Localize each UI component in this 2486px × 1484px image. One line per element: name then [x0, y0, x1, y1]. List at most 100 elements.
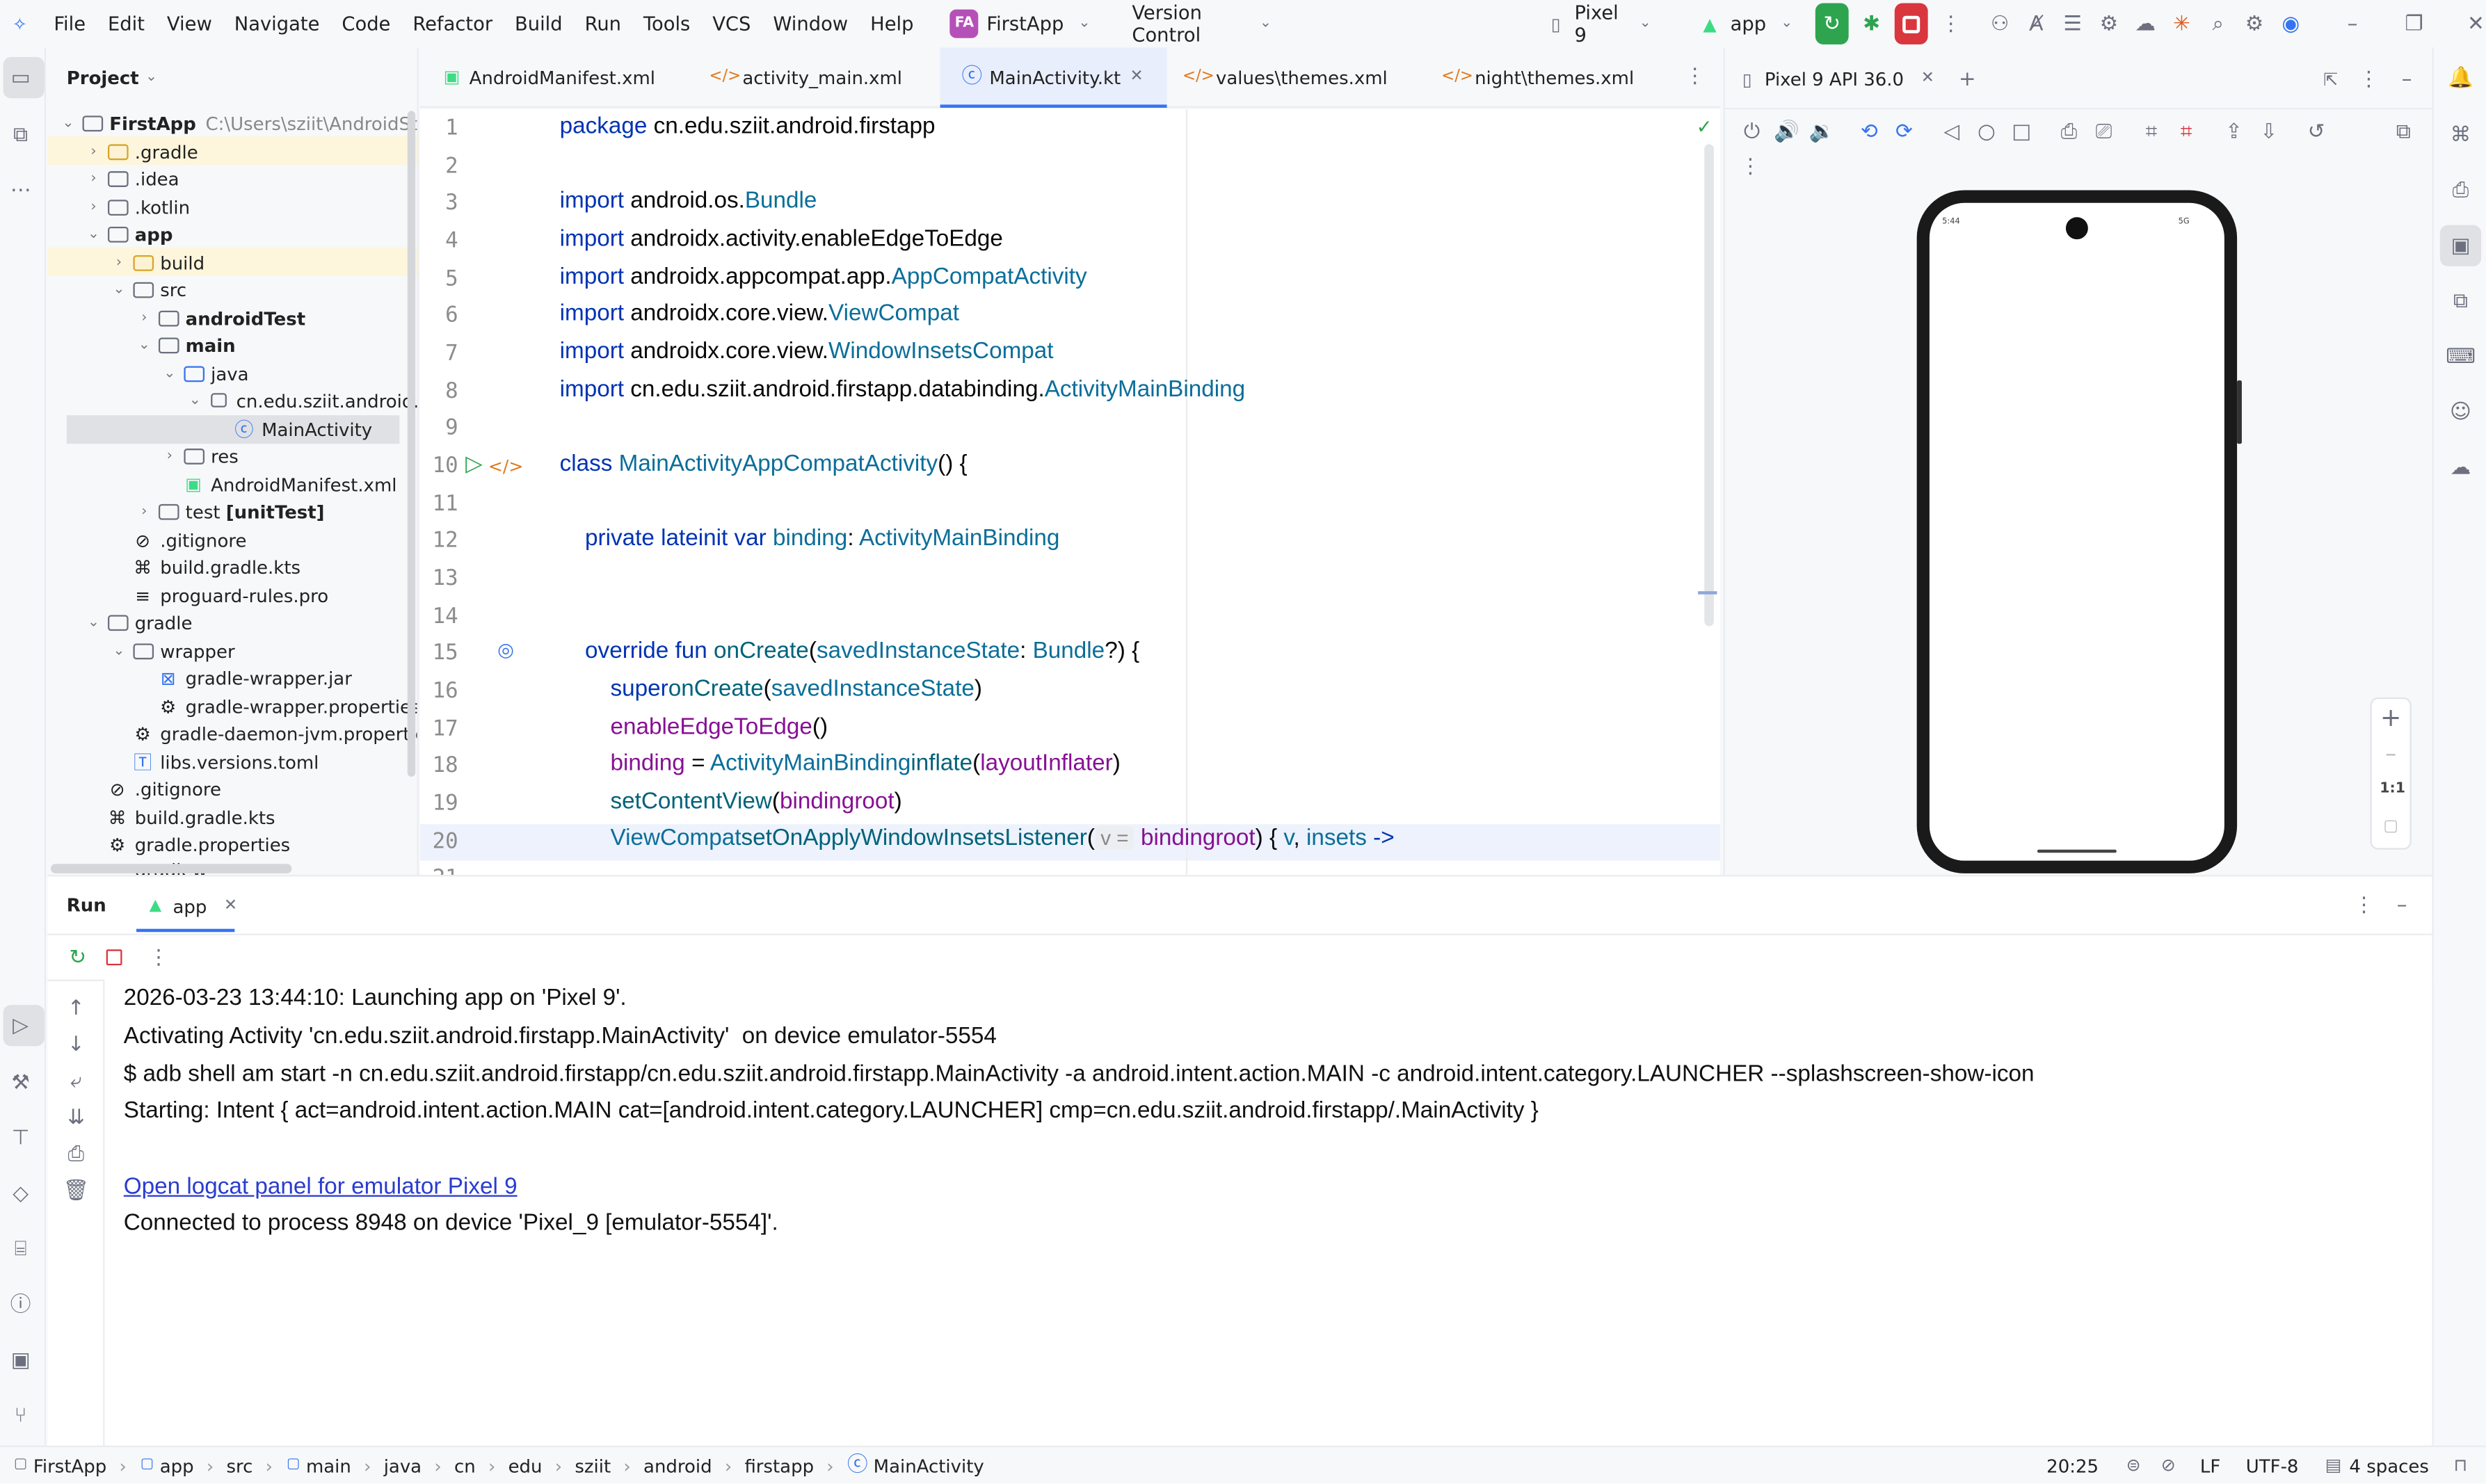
tree-item-src[interactable]: ⌄ src	[108, 276, 186, 304]
export-icon[interactable]: ⇪	[2221, 119, 2246, 144]
back-icon[interactable]: ◁	[1939, 119, 1964, 144]
gesture-bar[interactable]	[2037, 849, 2117, 853]
menu-help[interactable]: Help	[859, 13, 924, 35]
tree-item-daemon-props[interactable]: ⚙ gradle-daemon-jvm.properties	[108, 720, 417, 748]
volume-down-icon[interactable]: 🔉	[1809, 119, 1834, 144]
tree-item-libs-versions[interactable]: 🅃libs.versions.toml	[108, 748, 319, 776]
override-gutter-icon[interactable]: ◎	[493, 637, 518, 662]
git-icon[interactable]: ⑂	[8, 1403, 33, 1428]
close-tab-icon[interactable]: ✕	[1918, 67, 1937, 92]
menu-refactor[interactable]: Refactor	[401, 13, 504, 35]
notifications-icon[interactable]: 🔔	[2448, 65, 2473, 90]
home-icon[interactable]: ○	[1974, 119, 1999, 144]
zoom-fit-icon[interactable]: ▢	[2378, 815, 2403, 840]
gradle-tool-icon[interactable]: ⌘	[2448, 122, 2473, 147]
xml-layout-gutter-icon[interactable]: </>	[488, 453, 523, 478]
external-window-icon[interactable]: ⇱	[2318, 67, 2343, 92]
scroll-to-end-icon[interactable]: ⇊	[63, 1105, 88, 1130]
extended-controls-icon[interactable]: ⧉	[2391, 119, 2416, 144]
menu-vcs[interactable]: VCS	[701, 13, 762, 35]
structure-icon[interactable]: ☰	[2062, 11, 2083, 36]
project-switcher[interactable]: FA FirstApp ⌄	[940, 5, 1107, 43]
menu-view[interactable]: View	[156, 13, 223, 35]
hammer-icon[interactable]: ⊤	[8, 1125, 33, 1150]
file-encoding[interactable]: UTF-8	[2246, 1454, 2299, 1476]
minimize-panel-icon[interactable]: –	[2389, 892, 2414, 917]
tree-item-wrapper[interactable]: ⌄ wrapper	[108, 637, 234, 665]
tree-item-gitignore-app[interactable]: ⊘ .gitignore	[108, 526, 246, 554]
caret-position[interactable]: 20:25	[2046, 1454, 2099, 1476]
layout-inspector-icon[interactable]: ⌗	[2139, 119, 2164, 144]
trash-icon[interactable]: 🗑	[63, 1178, 90, 1203]
account-icon[interactable]: ◉	[2281, 11, 2301, 36]
rerun-button[interactable]: ↻	[1815, 3, 1849, 45]
stop-button[interactable]	[1894, 3, 1928, 45]
menu-code[interactable]: Code	[330, 13, 401, 35]
run-tab-app[interactable]: ▲ app ✕	[136, 886, 250, 927]
tree-item-gradle-props[interactable]: ⚙ gradle.properties	[83, 830, 291, 858]
breadcrumb-edu[interactable]: edu	[508, 1454, 543, 1476]
code-editor[interactable]: ✓ 1 2 3 4 5 6 7 8 9 10 11 12 13 14 15 16…	[420, 109, 1721, 876]
rotate-right-icon[interactable]: ⟳	[1891, 119, 1916, 144]
zoom-in-icon[interactable]: +	[2378, 704, 2403, 730]
tree-item-idea[interactable]: › .idea	[83, 165, 179, 193]
breadcrumb-app[interactable]: ▢ app	[139, 1453, 194, 1478]
console-output[interactable]: 2026-03-23 13:44:10: Launching app on 'P…	[104, 979, 2432, 1446]
emulator-icon[interactable]: ⌨	[2446, 344, 2476, 369]
indent-setting[interactable]: 4 spaces	[2349, 1454, 2428, 1476]
cloud-sync-icon[interactable]: ☁	[2448, 455, 2473, 480]
rotate-left-icon[interactable]: ⟲	[1857, 119, 1882, 144]
restore-icon[interactable]: ❐	[2404, 11, 2424, 36]
device-mirroring-icon[interactable]: ⧉	[2448, 289, 2473, 314]
translate-icon[interactable]: Ⱥ	[2026, 11, 2046, 36]
run-config-selector[interactable]: ▲ app ⌄	[1687, 5, 1809, 43]
breadcrumb-cn[interactable]: cn	[454, 1454, 476, 1476]
menu-file[interactable]: File	[42, 13, 97, 35]
tree-root[interactable]: ⌄ FirstApp C:\Users\sziit\AndroidStudio	[57, 109, 417, 137]
device-file-explorer-icon[interactable]: ⎙	[2448, 177, 2473, 202]
add-tab-icon[interactable]: +	[1955, 67, 1980, 92]
open-logcat-link[interactable]: Open logcat panel for emulator Pixel 9	[124, 1175, 518, 1200]
reset-icon[interactable]: ↺	[2304, 119, 2329, 144]
vcs-menu[interactable]: Version Control ⌄	[1123, 1, 1285, 46]
tree-item-mainactivity[interactable]: ⓒ MainActivity	[209, 415, 372, 443]
search-icon[interactable]: ⌕	[2208, 11, 2228, 36]
more-vertical-icon[interactable]: ⋮	[2356, 67, 2381, 92]
tree-item-build-gradle-app[interactable]: ⌘ build.gradle.kts	[108, 553, 300, 581]
snapshot-icon[interactable]: ⌗	[2174, 119, 2199, 144]
menu-window[interactable]: Window	[762, 13, 859, 35]
menu-tools[interactable]: Tools	[632, 13, 701, 35]
tree-item-main[interactable]: ⌄ main	[133, 331, 236, 359]
tree-item-gitignore-root[interactable]: ⊘ .gitignore	[83, 775, 221, 803]
volume-up-icon[interactable]: 🔊	[1774, 119, 1799, 144]
tree-item-gradle[interactable]: ⌄ gradle	[83, 608, 193, 636]
gemini-icon[interactable]: ☁	[2135, 11, 2156, 36]
menu-build[interactable]: Build	[504, 13, 574, 35]
device-manager-icon[interactable]: ⚇	[1989, 11, 2010, 36]
menu-edit[interactable]: Edit	[97, 13, 156, 35]
tree-item-res[interactable]: › res	[159, 442, 239, 470]
rerun-icon[interactable]: ↻	[65, 944, 90, 969]
settings-gear-icon[interactable]: ⚙	[2244, 11, 2264, 36]
breadcrumb-main[interactable]: ▢ main	[285, 1453, 351, 1478]
tree-vertical-scrollbar[interactable]	[407, 111, 416, 777]
breadcrumb-src[interactable]: src	[227, 1454, 253, 1476]
power-icon[interactable]: ⏻	[1739, 119, 1764, 144]
close-tab-icon[interactable]: ✕	[1129, 64, 1145, 89]
app-inspection-icon[interactable]: ⚙	[2099, 11, 2119, 36]
sparkle-icon[interactable]: ✳	[2172, 11, 2192, 36]
tree-item-java[interactable]: ⌄ java	[159, 360, 248, 387]
breadcrumb-java[interactable]: java	[384, 1454, 422, 1476]
stop-run-button[interactable]	[106, 949, 122, 966]
tree-item-kotlin[interactable]: › .kotlin	[83, 193, 191, 221]
tree-item-wrapper-jar[interactable]: ⊠ gradle-wrapper.jar	[133, 664, 352, 692]
more-vertical-icon[interactable]: ⋮	[2351, 892, 2376, 917]
resource-manager-icon[interactable]: ⧉	[8, 122, 33, 147]
breadcrumb-mainactivity[interactable]: ⓒ MainActivity	[847, 1453, 984, 1478]
logcat-icon[interactable]: ⌸	[8, 1236, 33, 1261]
gemini-assistant-icon[interactable]: ☺	[2448, 399, 2473, 424]
run-gutter-icon[interactable]: ▷	[461, 452, 486, 477]
line-ending[interactable]: LF	[2200, 1454, 2220, 1476]
more-vertical-icon[interactable]: ⋮	[1941, 11, 1962, 36]
screen-record-icon[interactable]: ⎚	[2091, 119, 2116, 144]
